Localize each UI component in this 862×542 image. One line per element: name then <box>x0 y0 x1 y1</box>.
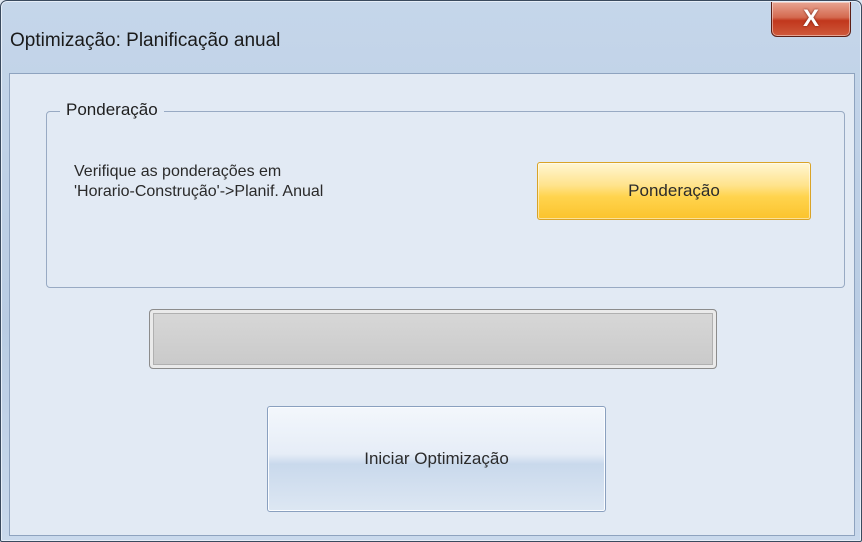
window-title: Optimização: Planificação anual <box>10 30 281 51</box>
instructions-line-2: 'Horario-Construção'->Planif. Anual <box>74 183 324 200</box>
weighting-button[interactable]: Ponderação <box>537 162 811 220</box>
title-bar[interactable]: Optimização: Planificação anual X <box>1 1 861 73</box>
dialog-window: Optimização: Planificação anual X Ponder… <box>0 0 862 542</box>
close-button[interactable]: X <box>771 2 851 37</box>
close-icon: X <box>802 5 819 32</box>
dialog-content: Ponderação Verifique as ponderações em '… <box>9 73 855 536</box>
instructions-line-1: Verifique as ponderações em <box>74 163 282 180</box>
start-optimization-button[interactable]: Iniciar Optimização <box>267 406 606 512</box>
optimization-progress-bar <box>149 309 717 369</box>
weighting-group-legend: Ponderação <box>60 100 164 120</box>
weighting-instructions: Verifique as ponderações em 'Horario-Con… <box>74 162 323 202</box>
